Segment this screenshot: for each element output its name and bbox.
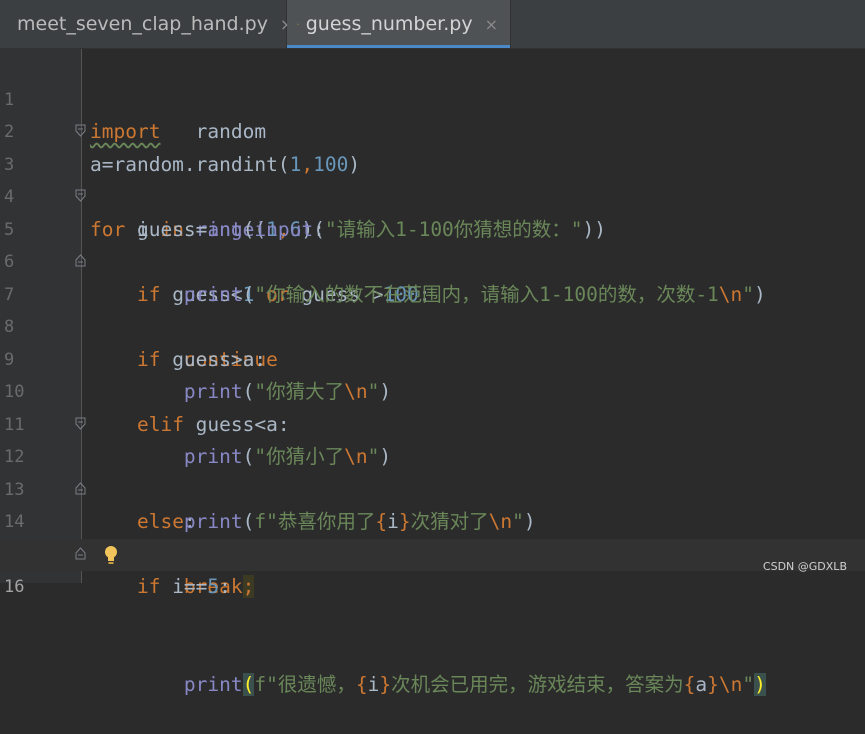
string: 次机会已用完，游戏结束，答案为 — [391, 672, 684, 696]
code-line[interactable]: 4 guess=int(input("请输入1-100你猜想的数：")) — [0, 149, 865, 241]
matched-paren: ) — [754, 672, 766, 696]
fold-open-icon[interactable] — [75, 417, 86, 430]
brace: } — [707, 672, 719, 696]
brace: { — [355, 672, 368, 696]
code-line[interactable]: 3 for i in range(1,6): — [0, 116, 865, 241]
editor-tab-bar: meet_seven_clap_hand.py × guess_number.p… — [0, 0, 865, 49]
code-line[interactable]: 8 if guess>a: — [0, 279, 865, 371]
code-line[interactable]: 2 a=random.randint(1,100) — [0, 84, 865, 176]
string: " — [742, 672, 755, 696]
builtin: print — [183, 672, 243, 696]
tab-meet-seven-clap-hand[interactable]: meet_seven_clap_hand.py × — [0, 0, 293, 48]
semicolon: ; — [242, 575, 255, 598]
brace: { — [683, 672, 696, 696]
python-file-icon — [297, 23, 299, 25]
code-line[interactable]: 12 else: — [0, 409, 865, 533]
code-line[interactable]: 5 if guess<1 or guess >100: — [0, 181, 865, 306]
tab-label: meet_seven_clap_hand.py — [17, 13, 268, 35]
fold-open-icon[interactable] — [75, 124, 86, 137]
lightbulb-icon[interactable] — [103, 545, 119, 565]
close-icon[interactable]: × — [485, 15, 498, 34]
code-line[interactable]: 10 elif guess<a: — [0, 344, 865, 436]
variable: a — [695, 672, 708, 696]
code-line[interactable]: 15 if i==5: — [0, 506, 865, 599]
escape-sequence: \n — [718, 672, 743, 696]
code-line[interactable]: 14 break; — [0, 474, 865, 598]
number: 5 — [207, 575, 220, 598]
code-editor[interactable]: 1 import random 2 a=random.randint(1,100… — [0, 49, 865, 696]
watermark: CSDN @GDXLB — [762, 560, 847, 573]
fold-end-icon[interactable] — [75, 254, 86, 267]
keyword: if — [136, 575, 161, 598]
tab-guess-number[interactable]: guess_number.py × — [287, 0, 511, 48]
code-line[interactable]: 7 continue — [0, 246, 865, 371]
fold-end-icon[interactable] — [75, 481, 86, 495]
string: f"很遗憾， — [254, 672, 356, 696]
code-text: : — [219, 575, 231, 598]
matched-paren: ( — [242, 672, 255, 696]
code-line[interactable]: 11 print("你猜小了\n") — [0, 376, 865, 469]
brace: } — [379, 672, 392, 696]
line-number: 16 — [4, 577, 25, 597]
fold-end-icon[interactable] — [75, 546, 86, 560]
code-line[interactable]: 1 import random — [0, 51, 865, 144]
fold-open-icon[interactable] — [75, 189, 86, 202]
code-line-current[interactable]: 16 print(f"很遗憾，{i}次机会已用完，游戏结束，答案为{a}\n") — [0, 538, 865, 696]
variable: i — [367, 672, 380, 696]
tab-label: guess_number.py — [305, 13, 473, 35]
code-line[interactable]: 9 print("你猜大了\n") — [0, 311, 865, 404]
code-line[interactable]: 6 print("你输入的数不在范围内，请输入1-100的数，次数-1\n") — [0, 214, 865, 306]
code-text: i== — [160, 575, 208, 598]
code-line[interactable]: 13 print(f"恭喜你用了{i}次猜对了\n") — [0, 441, 865, 534]
